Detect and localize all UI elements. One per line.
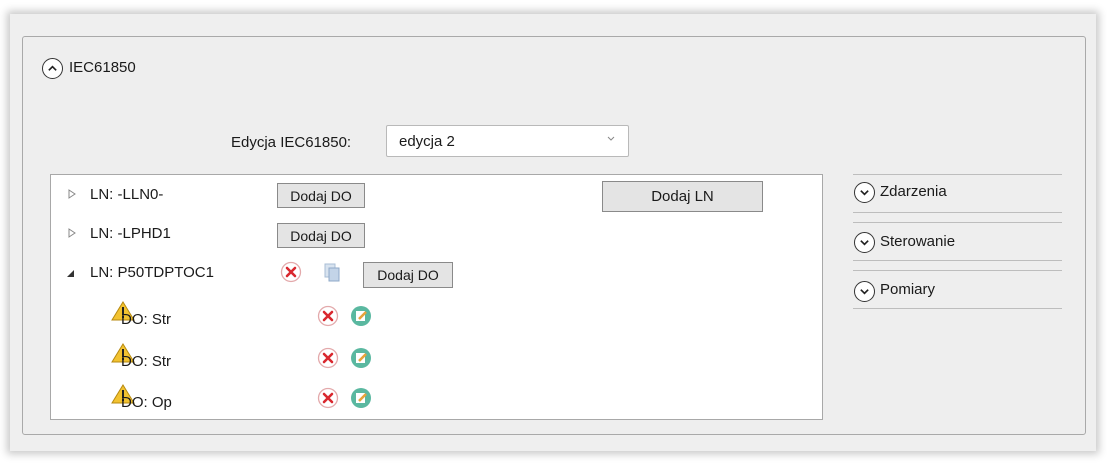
ln-tree[interactable]: LN: -LLN0- Dodaj DO Dodaj LN LN: -LPHD1 … xyxy=(50,174,823,420)
add-do-button[interactable]: Dodaj DO xyxy=(363,262,453,288)
delete-icon[interactable] xyxy=(317,305,339,327)
add-ln-button[interactable]: Dodaj LN xyxy=(602,181,763,212)
delete-icon[interactable] xyxy=(317,387,339,409)
tree-node-label[interactable]: LN: -LLN0- xyxy=(90,186,163,203)
collapse-arrow-icon[interactable] xyxy=(65,268,75,278)
tree-child-label[interactable]: DO: Op xyxy=(121,394,172,411)
delete-icon[interactable] xyxy=(280,261,302,283)
iec61850-header-label: IEC61850 xyxy=(69,59,136,76)
expand-sterowanie-button[interactable] xyxy=(854,232,875,253)
window: IEC61850 Edycja IEC61850: edycja 2 LN: -… xyxy=(10,14,1096,451)
expand-zdarzenia-button[interactable] xyxy=(854,182,875,203)
edition-select[interactable]: edycja 2 xyxy=(386,125,629,157)
chevron-down-icon xyxy=(860,240,869,246)
copy-icon[interactable] xyxy=(321,261,343,283)
expand-arrow-icon[interactable] xyxy=(67,189,77,199)
expand-pomiary-button[interactable] xyxy=(854,281,875,302)
chevron-down-icon xyxy=(860,289,869,295)
expander-label: Sterowanie xyxy=(880,233,956,250)
chevron-down-icon xyxy=(607,136,615,141)
add-do-button[interactable]: Dodaj DO xyxy=(277,223,365,248)
edit-icon[interactable] xyxy=(350,387,372,409)
tree-child-label[interactable]: DO: Str xyxy=(121,353,171,370)
chevron-down-icon xyxy=(860,190,869,196)
collapse-iec61850-button[interactable] xyxy=(42,58,63,79)
tree-child-label[interactable]: DO: Str xyxy=(121,311,171,328)
chevron-up-icon xyxy=(48,65,57,71)
expander-pomiary[interactable]: Pomiary xyxy=(853,270,1062,310)
add-do-button[interactable]: Dodaj DO xyxy=(277,183,365,208)
expand-arrow-icon[interactable] xyxy=(67,228,77,238)
edit-icon[interactable] xyxy=(350,305,372,327)
delete-icon[interactable] xyxy=(317,347,339,369)
edition-label: Edycja IEC61850: xyxy=(231,134,352,151)
edit-icon[interactable] xyxy=(350,347,372,369)
expander-sterowanie[interactable]: Sterowanie xyxy=(853,222,1062,262)
expander-zdarzenia[interactable]: Zdarzenia xyxy=(853,174,1062,214)
expander-label: Pomiary xyxy=(880,281,936,298)
iec61850-groupbox: IEC61850 Edycja IEC61850: edycja 2 LN: -… xyxy=(22,36,1086,435)
tree-node-label[interactable]: LN: P50TDPTOC1 xyxy=(90,264,214,281)
edition-select-value: edycja 2 xyxy=(399,133,455,150)
expander-label: Zdarzenia xyxy=(880,183,947,200)
tree-node-label[interactable]: LN: -LPHD1 xyxy=(90,225,171,242)
